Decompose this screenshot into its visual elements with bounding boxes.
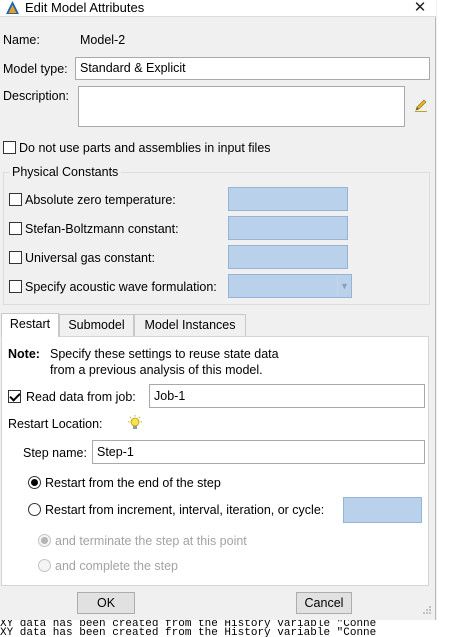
lightbulb-icon (128, 415, 142, 429)
abaqus-app-icon (6, 1, 19, 14)
universal-gas-checkbox[interactable] (9, 251, 22, 264)
window-title: Edit Model Attributes (25, 0, 145, 15)
chevron-down-icon[interactable]: ▼ (337, 276, 351, 296)
acoustic-wave-combo[interactable]: ▼ (228, 274, 352, 298)
stefan-boltzmann-label: Stefan-Boltzmann constant: (25, 222, 179, 236)
restart-end-radio[interactable] (28, 476, 41, 489)
complete-step-radio[interactable] (38, 559, 51, 572)
restart-location-label: Restart Location: (8, 417, 103, 431)
physical-constants-title: Physical Constants (9, 164, 122, 180)
name-value: Model-2 (80, 33, 126, 47)
description-field[interactable] (78, 86, 405, 127)
restart-tab-panel: Note: Specify these settings to reuse st… (1, 336, 429, 586)
pencil-icon[interactable] (413, 97, 429, 113)
tab-restart[interactable]: Restart (1, 313, 59, 337)
message-console: XY data has been created from the Histor… (0, 620, 452, 637)
universal-gas-field[interactable] (228, 245, 348, 269)
step-name-label: Step name: (23, 446, 87, 460)
increment-field[interactable] (343, 497, 422, 523)
note-line-2: from a previous analysis of this model. (50, 363, 263, 377)
absolute-zero-checkbox[interactable] (9, 193, 22, 206)
complete-step-label: and complete the step (55, 559, 178, 573)
note-label: Note: (8, 347, 40, 361)
edit-model-attributes-dialog: Edit Model Attributes ✕ Name: Model-2 Mo… (0, 0, 436, 620)
read-job-checkbox[interactable] (8, 390, 21, 403)
no-parts-checkbox[interactable] (3, 141, 16, 154)
note-line-1: Specify these settings to reuse state da… (50, 347, 279, 361)
tab-submodel[interactable]: Submodel (59, 314, 134, 336)
acoustic-wave-label: Specify acoustic wave formulation: (25, 280, 217, 294)
background-window-strip (437, 0, 452, 620)
step-name-field[interactable]: Step-1 (92, 440, 425, 464)
console-line: XY data has been created from the Histor… (0, 626, 377, 637)
read-job-label: Read data from job: (26, 390, 136, 404)
restart-end-label: Restart from the end of the step (45, 476, 221, 490)
tab-model-instances[interactable]: Model Instances (134, 314, 246, 336)
restart-increment-label: Restart from increment, interval, iterat… (45, 503, 325, 517)
stefan-boltzmann-field[interactable] (228, 216, 348, 240)
absolute-zero-field[interactable] (228, 187, 348, 211)
model-type-field[interactable]: Standard & Explicit (75, 57, 430, 80)
name-label: Name: (3, 33, 40, 47)
absolute-zero-label: Absolute zero temperature: (25, 193, 176, 207)
close-button[interactable]: ✕ (410, 0, 430, 17)
stefan-boltzmann-checkbox[interactable] (9, 222, 22, 235)
model-type-label: Model type: (3, 62, 68, 76)
title-bar: Edit Model Attributes ✕ (0, 0, 436, 17)
terminate-step-radio[interactable] (38, 534, 51, 547)
job-name-field[interactable]: Job-1 (149, 384, 425, 408)
acoustic-wave-checkbox[interactable] (9, 280, 22, 293)
ok-button[interactable]: OK (77, 592, 135, 614)
resize-grip-icon[interactable] (420, 603, 432, 615)
cancel-button[interactable]: Cancel (296, 592, 352, 614)
universal-gas-label: Universal gas constant: (25, 251, 155, 265)
restart-increment-radio[interactable] (28, 503, 41, 516)
no-parts-label: Do not use parts and assemblies in input… (19, 141, 271, 155)
terminate-step-label: and terminate the step at this point (55, 534, 247, 548)
description-label: Description: (3, 89, 69, 103)
